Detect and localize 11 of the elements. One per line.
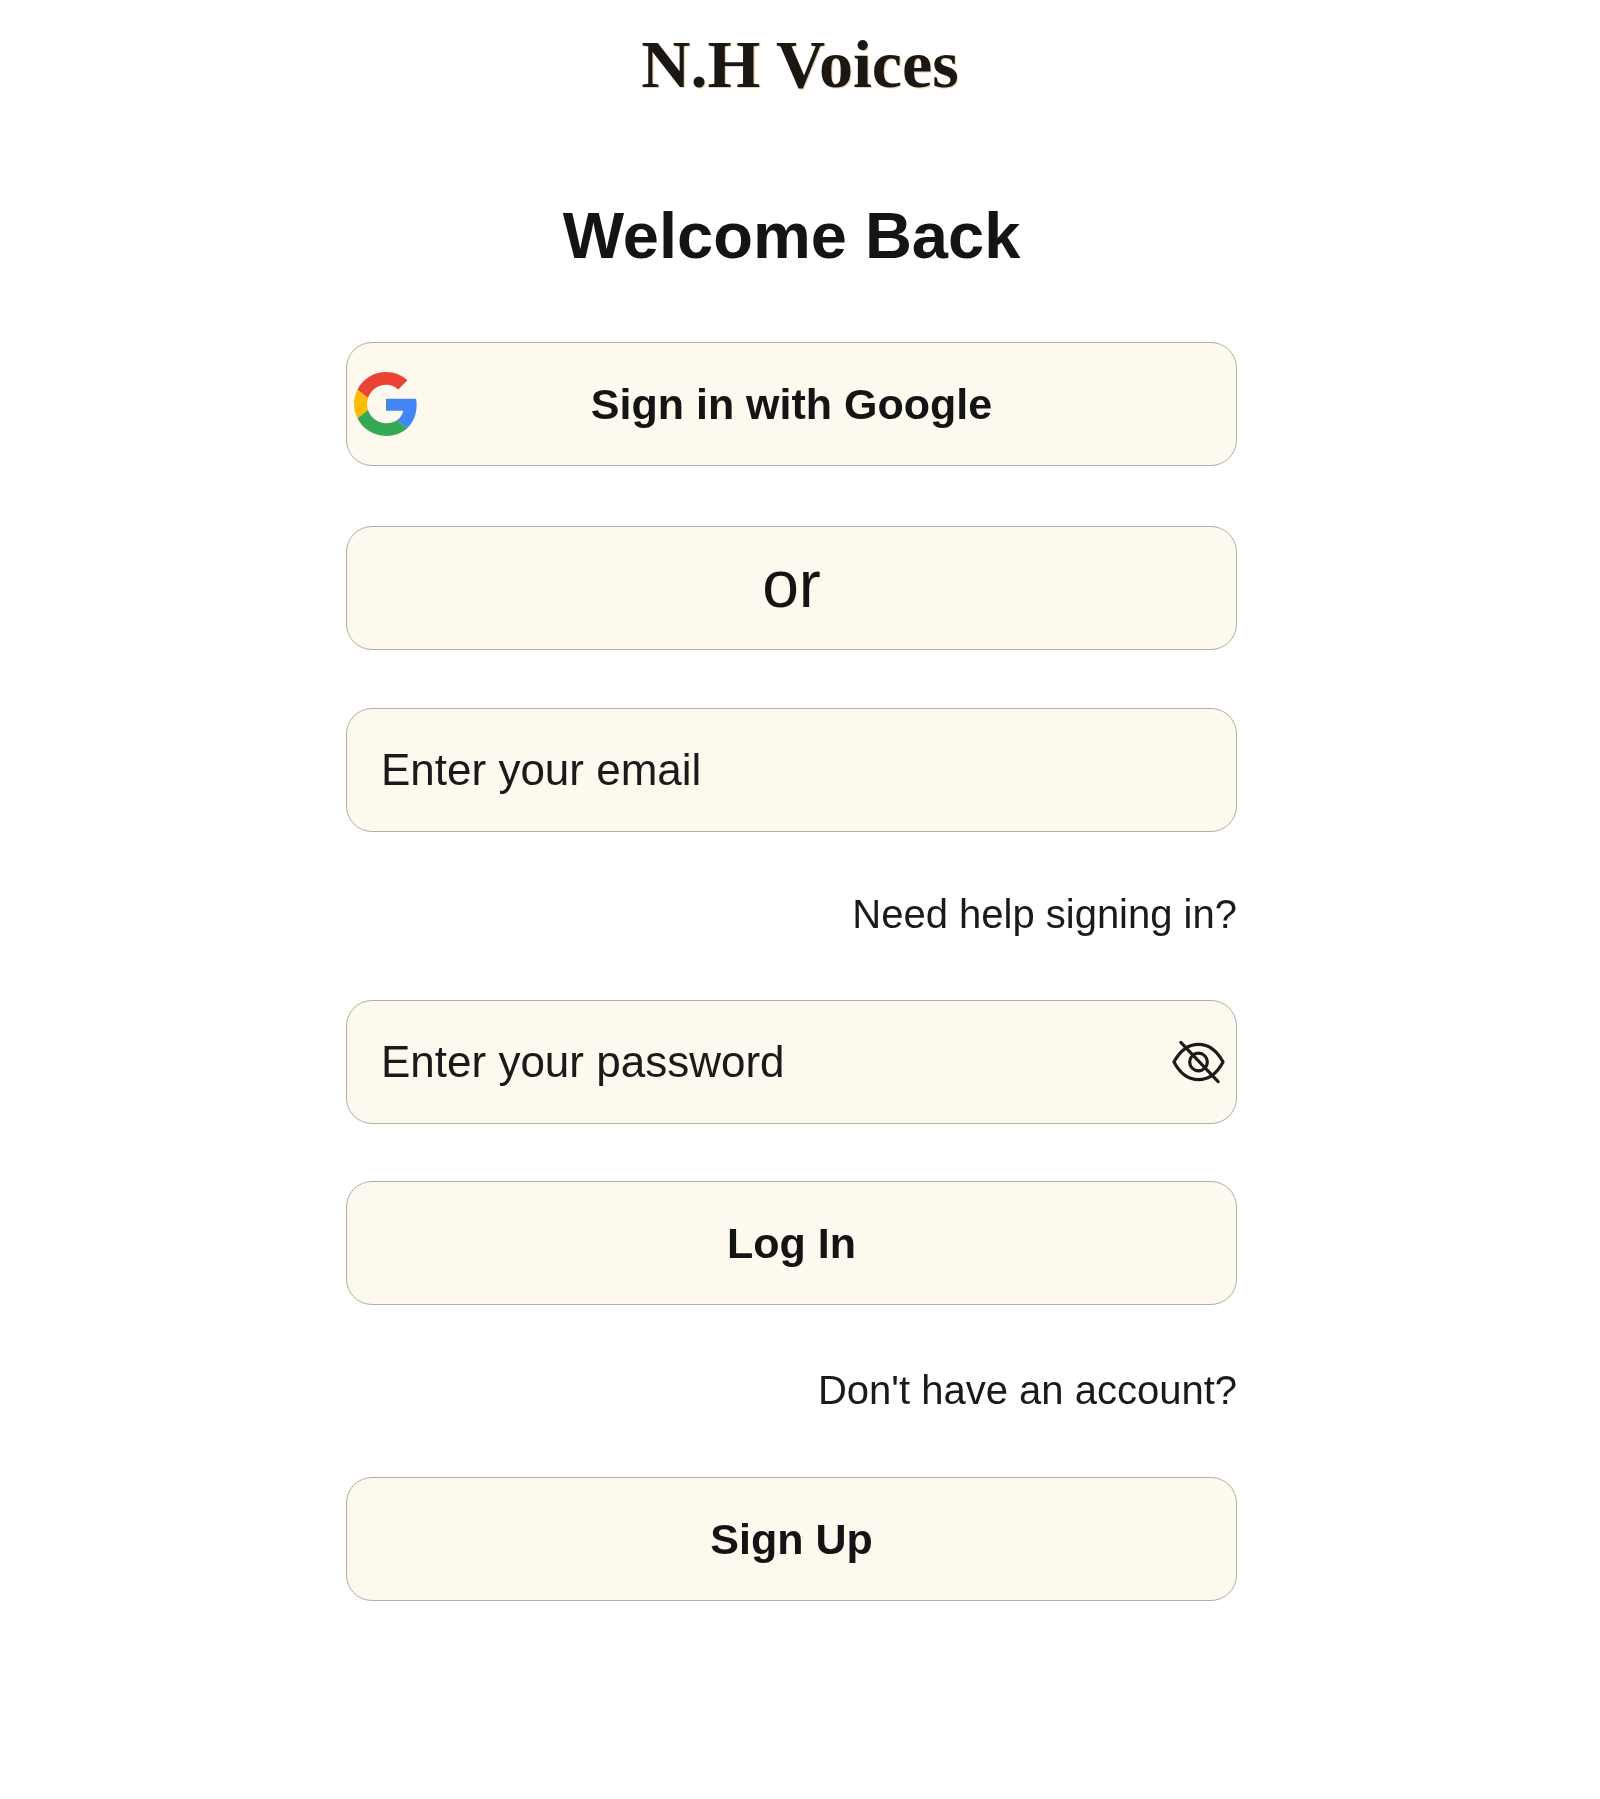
google-sign-in-button[interactable]: Sign in with Google (346, 342, 1237, 466)
eye-off-icon[interactable] (1171, 1040, 1226, 1084)
site-logo: N.H Voices (641, 30, 959, 98)
help-link[interactable]: Need help signing in? (852, 894, 1237, 934)
email-input-field[interactable]: Enter your email (346, 708, 1237, 832)
log-in-button[interactable]: Log In (346, 1181, 1237, 1305)
password-input-field[interactable]: Enter your password (346, 1000, 1237, 1124)
google-g-icon (354, 372, 418, 436)
sign-up-prompt: Don't have an account? (817, 1370, 1237, 1410)
page-heading: Welcome Back (562, 203, 1021, 268)
sign-up-button[interactable]: Sign Up (346, 1477, 1237, 1601)
